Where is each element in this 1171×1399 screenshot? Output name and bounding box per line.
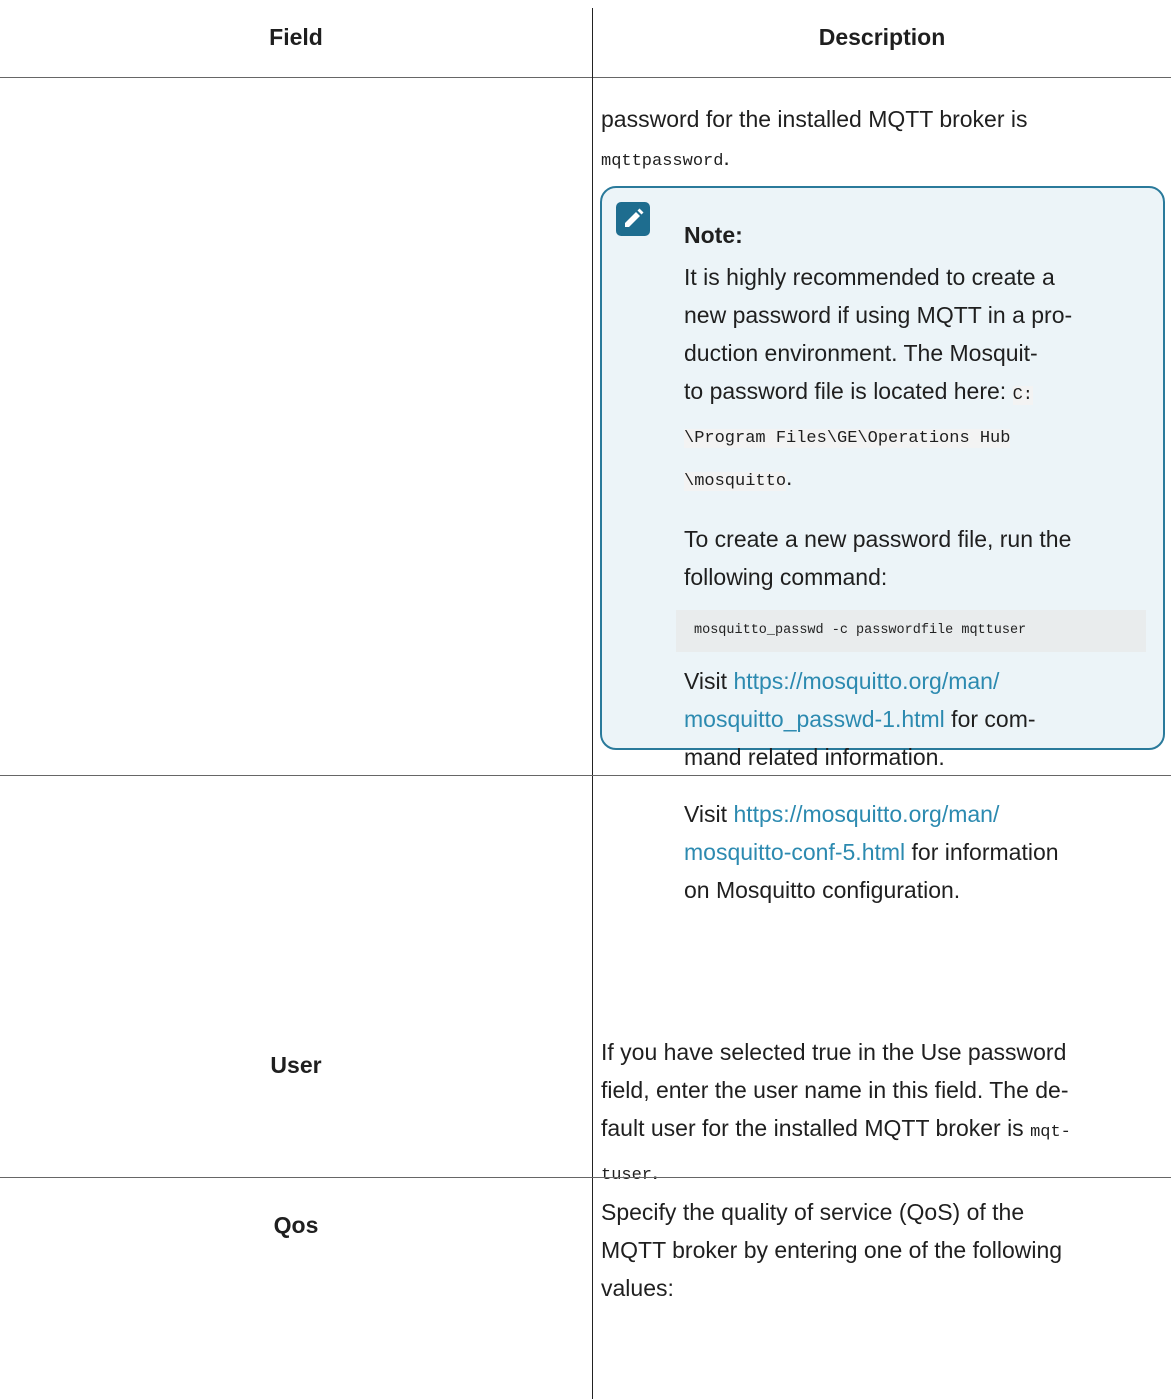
note-text: for com- (944, 706, 1036, 732)
default-user-code: tuser (601, 1166, 653, 1185)
password-code-value: mqttpassword (601, 152, 724, 171)
password-text-line: password for the installed MQTT broker i… (601, 106, 1028, 132)
note-text-line: It is highly recommended to create a (684, 264, 1055, 290)
note-text-line: duction environment. The Mosquit- (684, 340, 1038, 366)
row-divider (0, 1177, 1171, 1178)
user-text-line: field, enter the user name in this field… (601, 1077, 1069, 1103)
visit-text: Visit (684, 801, 734, 827)
note-text: for information (905, 839, 1059, 865)
password-file-path: C: (1012, 386, 1033, 405)
column-header-field: Field (269, 24, 323, 50)
note-text-line: following command: (684, 564, 888, 590)
row-divider (0, 775, 1171, 776)
note-paragraph-2: To create a new password file, run the f… (684, 520, 1154, 596)
note-text-line: mand related information. (684, 744, 945, 770)
header-divider (0, 77, 1171, 78)
qos-text-line: values: (601, 1275, 674, 1301)
qos-text-line: MQTT broker by entering one of the follo… (601, 1237, 1063, 1263)
note-paragraph-3: Visit https://mosquitto.org/man/ mosquit… (684, 662, 1154, 776)
user-description: If you have selected true in the Use pas… (601, 1033, 1166, 1195)
column-header-description: Description (818, 24, 946, 50)
note-paragraph-4: Visit https://mosquitto.org/man/ mosquit… (684, 795, 1154, 909)
visit-text: Visit (684, 668, 734, 694)
note-paragraph-1: It is highly recommended to create a new… (684, 258, 1154, 501)
note-body: It is highly recommended to create a new… (676, 250, 1154, 909)
user-text-line: If you have selected true in the Use pas… (601, 1039, 1067, 1065)
note-box: Note: It is highly recommended to create… (600, 186, 1165, 903)
field-qos: Qos (273, 1212, 319, 1238)
user-period: . (652, 1158, 659, 1184)
column-divider (592, 8, 593, 1399)
mosquitto-conf-link[interactable]: https://mosquitto.org/man/ (733, 801, 999, 827)
command-code-block: mosquitto_passwd -c passwordfile mqttuse… (676, 610, 1146, 652)
default-user-code: mqt- (1030, 1123, 1071, 1142)
pencil-note-icon (616, 202, 650, 236)
field-description-table: Field Description password for the insta… (0, 0, 1171, 1399)
note-text-line: new password if using MQTT in a pro- (684, 302, 1073, 328)
qos-text-line: Specify the quality of service (QoS) of … (601, 1199, 1025, 1225)
field-user: User (270, 1052, 322, 1078)
note-period: . (786, 464, 793, 490)
note-title: Note: (684, 222, 743, 248)
qos-description: Specify the quality of service (QoS) of … (601, 1193, 1166, 1307)
note-text-line: to password file is located here: (684, 378, 1013, 404)
mosquitto-passwd-link[interactable]: mosquitto_passwd-1.html (684, 706, 945, 732)
user-text-line: fault user for the installed MQTT broker… (601, 1115, 1031, 1141)
note-text-line: To create a new password file, run the (684, 526, 1072, 552)
password-description: password for the installed MQTT broker i… (601, 100, 1166, 181)
password-file-path: \mosquitto (684, 472, 787, 491)
password-file-path: \Program Files\GE\Operations Hub (684, 429, 1011, 448)
mosquitto-conf-link[interactable]: mosquitto-conf-5.html (684, 839, 905, 865)
password-period: . (723, 144, 730, 170)
note-text-line: on Mosquitto configuration. (684, 877, 961, 903)
mosquitto-passwd-link[interactable]: https://mosquitto.org/man/ (733, 668, 999, 694)
